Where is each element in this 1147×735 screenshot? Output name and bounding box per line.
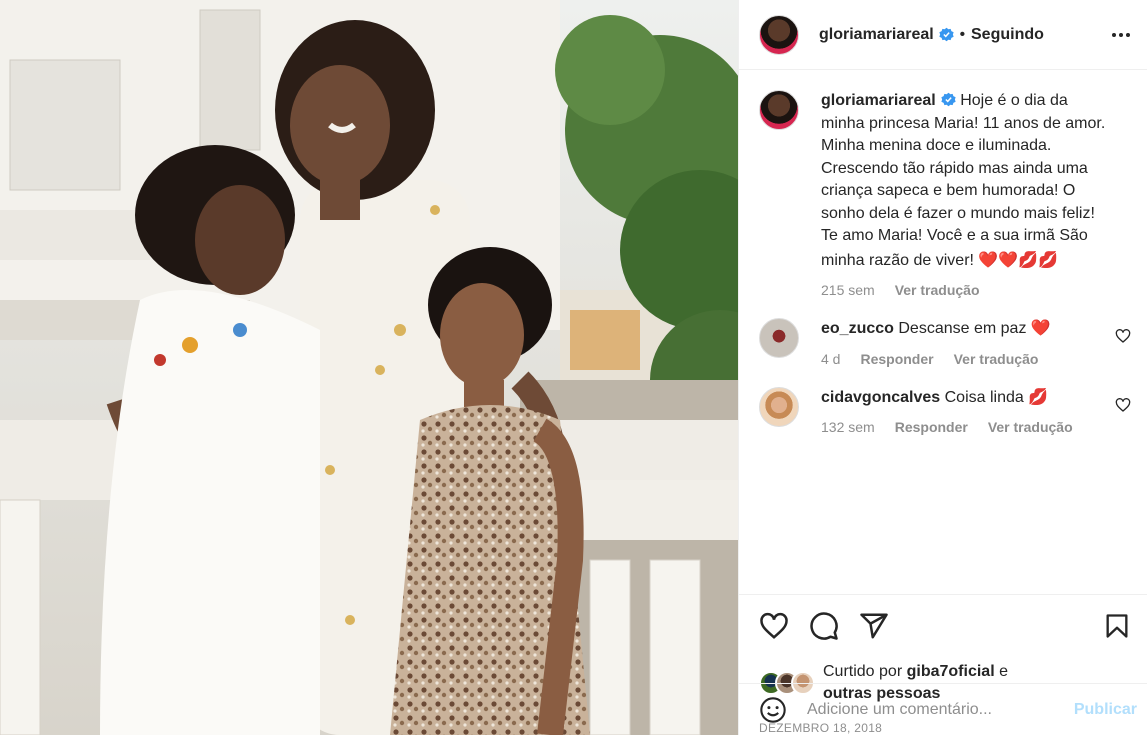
header-separator: • <box>959 26 965 43</box>
caption-meta: 215 sem Ver tradução <box>821 282 1113 298</box>
post-photo-illustration <box>0 0 738 735</box>
add-comment-bar: Publicar <box>739 683 1147 735</box>
publish-button[interactable]: Publicar <box>1074 701 1137 719</box>
caption-text: Hoje é o dia da minha princesa Maria! 11… <box>821 92 1106 269</box>
comment-avatar[interactable] <box>759 386 799 427</box>
comment-text: Descanse em paz <box>898 320 1027 337</box>
reply-button[interactable]: Responder <box>860 351 933 367</box>
comment-username[interactable]: eo_zucco <box>821 320 894 337</box>
post-photo[interactable] <box>0 0 738 735</box>
verified-badge-icon <box>941 92 956 107</box>
caption-author-avatar[interactable] <box>759 90 799 130</box>
caption-time[interactable]: 215 sem <box>821 282 875 298</box>
following-button[interactable]: Seguindo <box>971 26 1044 44</box>
comment-text: Coisa linda <box>944 388 1024 406</box>
caption-translate-link[interactable]: Ver tradução <box>895 282 980 298</box>
post-details-panel: gloriamariareal • Seguindo gloriamariare… <box>738 0 1147 735</box>
comment-input[interactable] <box>807 700 1074 719</box>
reply-button[interactable]: Responder <box>895 419 968 435</box>
comment-like-heart-icon[interactable] <box>1115 397 1131 413</box>
instagram-post-view: gloriamariareal • Seguindo gloriamariare… <box>0 0 1147 735</box>
verified-badge-icon <box>939 27 954 42</box>
comment-text-block: eo_zucco Descanse em paz ❤️ <box>821 318 1113 341</box>
comment-text-block: cidavgoncalves Coisa linda 💋 <box>821 387 1113 410</box>
action-icons <box>759 611 1131 641</box>
likes-conjunction: e <box>999 663 1008 680</box>
bookmark-icon[interactable] <box>1103 612 1131 640</box>
three-dots-icon[interactable] <box>1109 23 1133 47</box>
liker-username[interactable]: giba7oficial <box>907 663 995 680</box>
author-avatar[interactable] <box>759 14 799 55</box>
heart-outline-icon[interactable] <box>759 611 789 641</box>
caption-username[interactable]: gloriamariareal <box>821 92 936 109</box>
comment-translate-link[interactable]: Ver tradução <box>954 351 1039 367</box>
author-username[interactable]: gloriamariareal <box>819 26 934 44</box>
comment-emoji: 💋 <box>1028 388 1049 406</box>
comment-emoji: ❤️ <box>1030 320 1051 337</box>
speech-bubble-icon[interactable] <box>809 611 839 641</box>
smiley-icon[interactable] <box>759 696 787 724</box>
likes-prefix: Curtido por <box>823 663 903 680</box>
caption-item: gloriamariareal Hoje é o dia da minha pr… <box>759 90 1131 298</box>
comment-avatar[interactable] <box>759 318 799 358</box>
comment-item: cidavgoncalves Coisa linda 💋 132 sem Res… <box>759 386 1131 435</box>
comment-meta: 4 d Responder Ver tradução <box>821 351 1113 367</box>
comments-list[interactable]: gloriamariareal Hoje é o dia da minha pr… <box>739 70 1147 594</box>
post-header: gloriamariareal • Seguindo <box>739 0 1147 70</box>
comment-meta: 132 sem Responder Ver tradução <box>821 419 1113 435</box>
paper-plane-icon[interactable] <box>859 611 889 641</box>
caption-text-block: gloriamariareal Hoje é o dia da minha pr… <box>821 90 1113 272</box>
comment-like-heart-icon[interactable] <box>1115 328 1131 344</box>
comment-item: eo_zucco Descanse em paz ❤️ 4 d Responde… <box>759 318 1131 367</box>
comment-translate-link[interactable]: Ver tradução <box>988 419 1073 435</box>
comment-time[interactable]: 132 sem <box>821 419 875 435</box>
comment-username[interactable]: cidavgoncalves <box>821 389 940 406</box>
comment-time[interactable]: 4 d <box>821 351 840 367</box>
caption-emojis: ❤️❤️💋💋 <box>978 251 1059 269</box>
